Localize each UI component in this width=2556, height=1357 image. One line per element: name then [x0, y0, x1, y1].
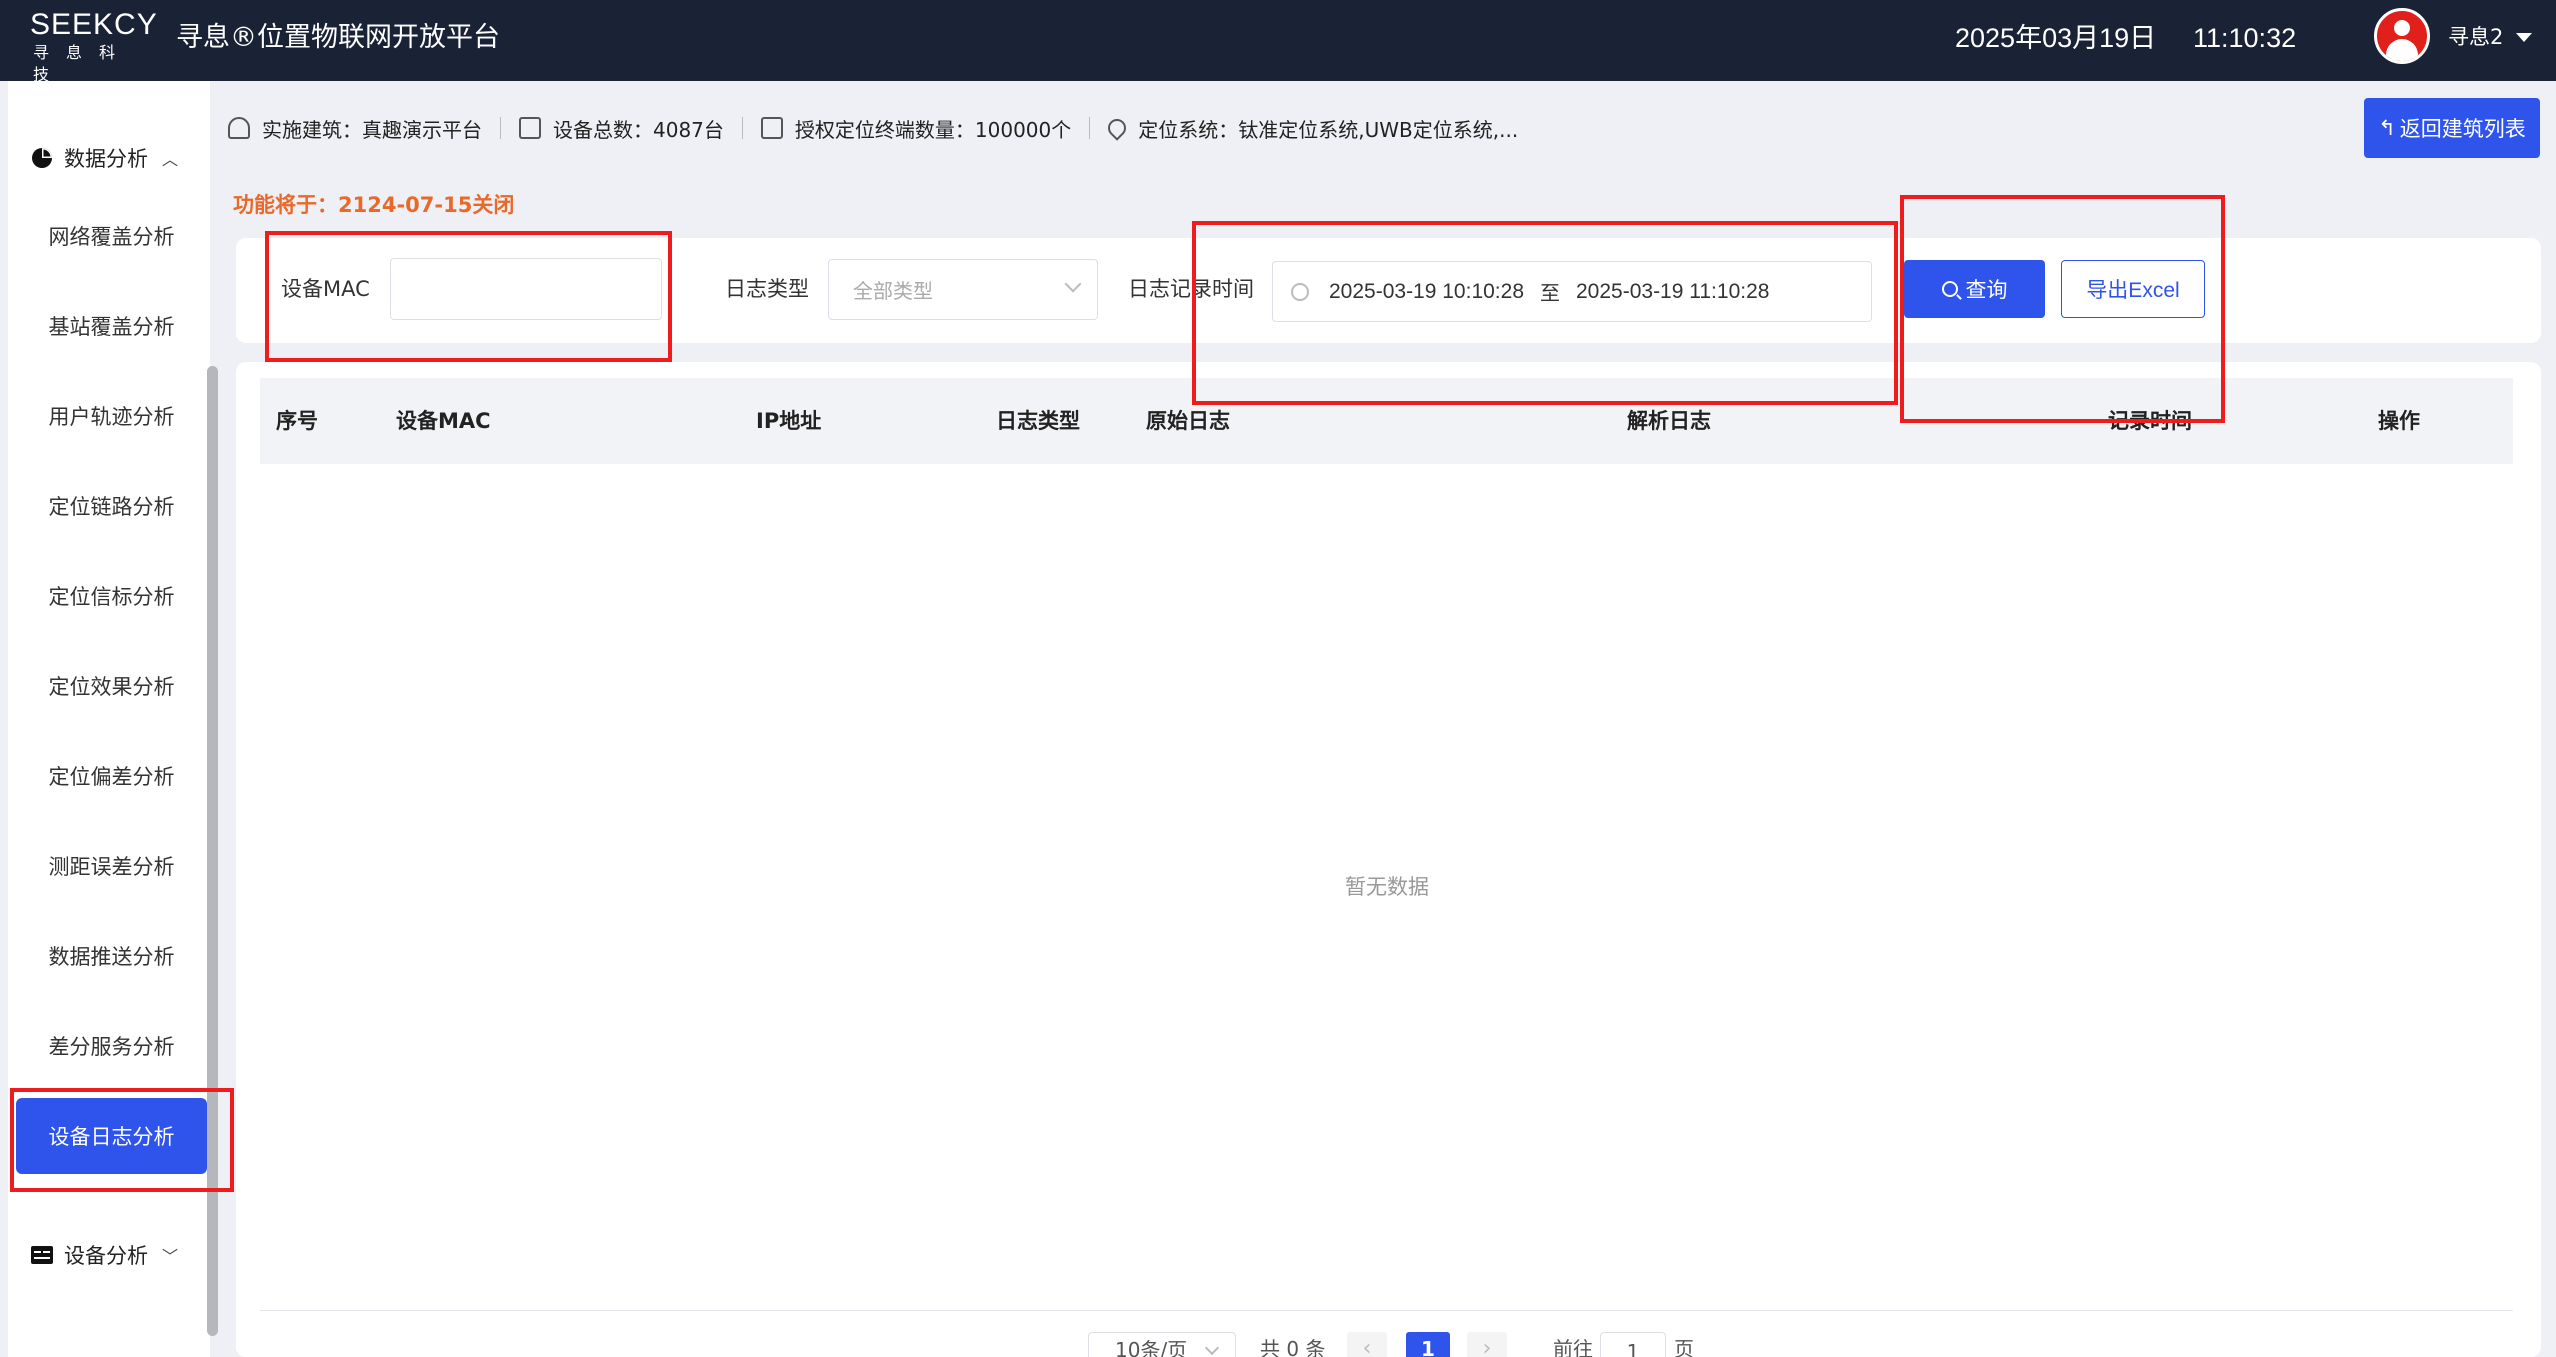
goto-page-input[interactable] — [1600, 1332, 1666, 1357]
info-device-total: 设备总数：4087台 — [519, 114, 724, 143]
sidebar-group-label: 设备分析 — [64, 1244, 148, 1268]
goto-suffix: 页 — [1674, 1337, 1694, 1357]
total-count: 共 0 条 — [1260, 1337, 1326, 1357]
sidebar-item-ranging-error[interactable]: 测距误差分析 — [16, 828, 207, 904]
positioning-system-text: 定位系统：钛准定位系统,UWB定位系统,... — [1138, 117, 1519, 142]
chevron-down-icon — [1204, 1340, 1220, 1356]
back-button-label: 返回建筑列表 — [2399, 118, 2526, 141]
page-size-value: 10条/页 — [1115, 1338, 1188, 1357]
feature-close-notice: 功能将于：2124-07-15关闭 — [233, 193, 515, 217]
back-to-building-list-button[interactable]: ↰ 返回建筑列表 — [2364, 98, 2540, 158]
empty-state-text: 暂无数据 — [1345, 875, 1429, 899]
sidebar-item-network-coverage[interactable]: 网络覆盖分析 — [16, 198, 207, 274]
device-total-text: 设备总数：4087台 — [553, 117, 724, 142]
column-header-ip: IP地址 — [756, 409, 822, 433]
sidebar-item-station-coverage[interactable]: 基站覆盖分析 — [16, 288, 207, 364]
sidebar-item-data-push[interactable]: 数据推送分析 — [16, 918, 207, 994]
info-building: 实施建筑：真趣演示平台 — [228, 114, 482, 143]
chevron-down-icon: ﹀ — [162, 1247, 179, 1266]
divider — [260, 1310, 2513, 1311]
user-name[interactable]: 寻息2 — [2448, 22, 2503, 52]
sidebar-item-differential-service[interactable]: 差分服务分析 — [16, 1008, 207, 1084]
user-icon — [228, 117, 250, 139]
current-date: 2025年03月19日 — [1955, 23, 2157, 53]
divider — [500, 117, 501, 139]
building-info-bar: 实施建筑：真趣演示平台 设备总数：4087台 授权定位终端数量：100000个 … — [228, 100, 1628, 156]
prev-page-button[interactable]: ‹ — [1347, 1332, 1387, 1357]
column-header-log-type: 日志类型 — [996, 409, 1080, 433]
logo-main-text: SEEKCY — [30, 8, 158, 41]
user-menu-caret-icon[interactable] — [2516, 33, 2532, 42]
sidebar-group-label: 数据分析 — [64, 147, 148, 171]
column-header-raw-log: 原始日志 — [1146, 409, 1230, 433]
column-header-mac: 设备MAC — [396, 409, 491, 433]
column-header-actions: 操作 — [2378, 409, 2420, 433]
back-arrow-icon: ↰ — [2378, 116, 2396, 140]
brand-logo[interactable]: SEEKCY 寻息科技 — [30, 8, 160, 84]
chevron-up-icon: ︿ — [162, 150, 179, 169]
logo-sub-text: 寻息科技 — [33, 43, 133, 84]
log-type-select[interactable]: 全部类型 — [828, 259, 1098, 320]
column-header-parsed-log: 解析日志 — [1627, 409, 1711, 433]
next-page-button[interactable]: › — [1467, 1332, 1507, 1357]
sidebar-group-device-analysis[interactable]: 设备分析 ﹀ — [30, 1235, 178, 1275]
user-avatar[interactable] — [2374, 8, 2430, 64]
sidebar-item-user-track[interactable]: 用户轨迹分析 — [16, 378, 207, 454]
licensed-terminals-text: 授权定位终端数量：100000个 — [794, 117, 1072, 142]
edit-icon — [760, 117, 783, 139]
device-panel-icon — [31, 1246, 53, 1264]
avatar-head-shape — [2394, 20, 2410, 36]
log-type-value: 全部类型 — [853, 279, 933, 303]
pie-chart-icon — [32, 148, 52, 168]
current-time: 11:10:32 — [2193, 23, 2297, 53]
page-size-select[interactable]: 10条/页 — [1088, 1332, 1236, 1357]
avatar-body-shape — [2386, 39, 2418, 61]
annotation-box-time — [1192, 221, 1898, 405]
annotation-box-menu — [10, 1088, 234, 1192]
log-type-label: 日志类型 — [725, 277, 809, 301]
goto-label: 前往 — [1553, 1337, 1593, 1357]
info-positioning-system: 定位系统：钛准定位系统,UWB定位系统,... — [1104, 114, 1519, 143]
edit-icon — [519, 117, 541, 139]
chevron-down-icon — [1064, 275, 1082, 293]
page-number-current[interactable]: 1 — [1406, 1332, 1450, 1357]
table-panel — [236, 362, 2541, 1357]
sidebar-item-beacon[interactable]: 定位信标分析 — [16, 558, 207, 634]
annotation-box-mac — [265, 231, 672, 362]
divider — [741, 117, 743, 139]
sidebar-group-data-analysis[interactable]: 数据分析 ︿ — [30, 138, 178, 178]
sidebar-item-positioning-effect[interactable]: 定位效果分析 — [16, 648, 207, 724]
annotation-box-buttons — [1900, 195, 2225, 423]
sidebar-item-positioning-link[interactable]: 定位链路分析 — [16, 468, 207, 544]
column-header-index: 序号 — [276, 409, 318, 433]
location-pin-icon — [1104, 115, 1130, 141]
info-licensed-terminals: 授权定位终端数量：100000个 — [760, 114, 1072, 143]
app-title: 寻息®位置物联网开放平台 — [176, 22, 500, 53]
divider — [1089, 117, 1091, 139]
top-header: SEEKCY 寻息科技 寻息®位置物联网开放平台 2025年03月19日 11:… — [0, 0, 2556, 84]
building-text: 实施建筑：真趣演示平台 — [262, 117, 482, 142]
sidebar-item-positioning-deviation[interactable]: 定位偏差分析 — [16, 738, 207, 814]
